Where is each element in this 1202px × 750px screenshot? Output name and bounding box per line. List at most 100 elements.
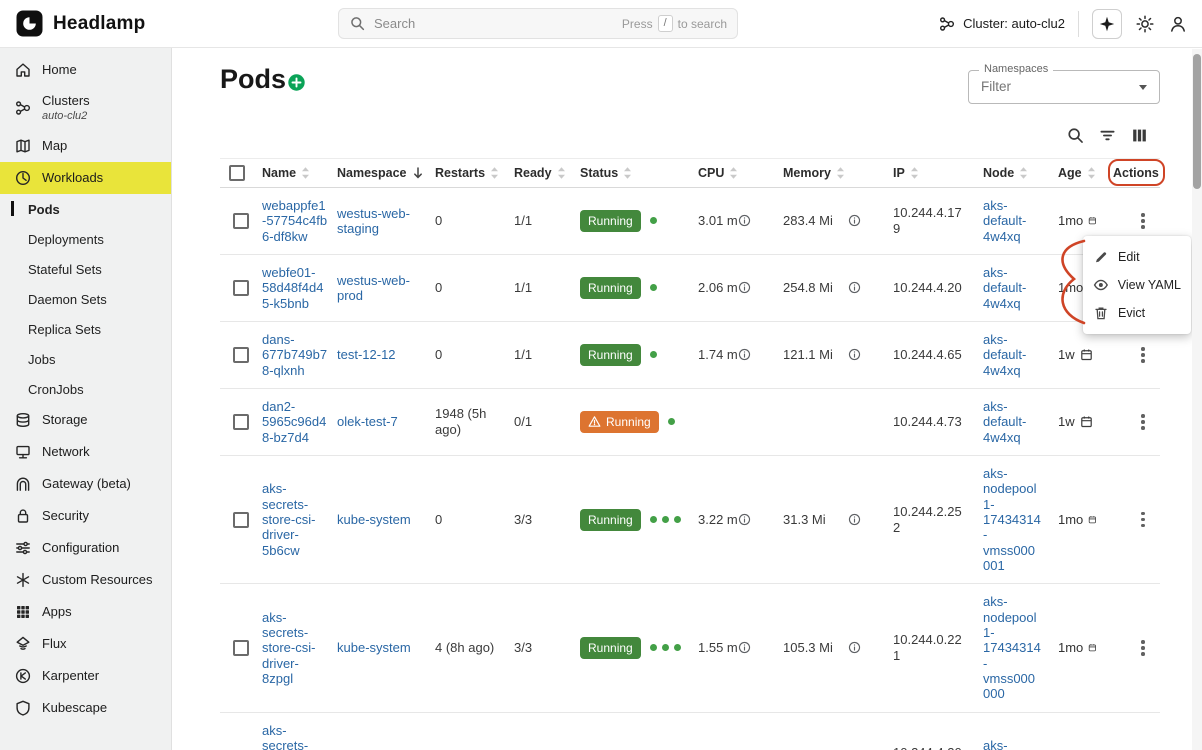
node-link[interactable]: aks-default-4w4xq bbox=[983, 332, 1042, 378]
sidebar-item-cronjobs[interactable]: CronJobs bbox=[0, 374, 171, 404]
restarts-value: 0 bbox=[435, 512, 442, 528]
sidebar-item-flux[interactable]: Flux bbox=[0, 628, 171, 660]
pod-name-link[interactable]: dans-677b749b78-qlxnh bbox=[262, 332, 329, 378]
metric-info-icon bbox=[738, 513, 751, 526]
pod-name-link[interactable]: aks-secrets-store-csi-driver-5b6cw bbox=[262, 481, 329, 558]
sidebar-item-custom-resources[interactable]: Custom Resources bbox=[0, 564, 171, 596]
column-header-label: Name bbox=[262, 166, 296, 180]
row-actions-button[interactable] bbox=[1131, 636, 1155, 660]
account-button[interactable] bbox=[1168, 14, 1188, 34]
sidebar-item-label: Home bbox=[42, 63, 77, 78]
sidebar-item-label: Configuration bbox=[42, 541, 119, 556]
menu-item-view-yaml[interactable]: View YAML bbox=[1083, 271, 1191, 299]
select-all-checkbox[interactable] bbox=[229, 165, 245, 181]
sidebar-item-gateway-beta[interactable]: Gateway (beta) bbox=[0, 468, 171, 500]
pod-name-link[interactable]: webfe01-58d48f4d45-k5bnb bbox=[262, 265, 329, 311]
sort-button[interactable] bbox=[1087, 166, 1096, 180]
create-pod-button[interactable] bbox=[286, 72, 307, 96]
calendar-icon bbox=[1088, 214, 1097, 227]
row-actions-button[interactable] bbox=[1131, 410, 1155, 434]
row-checkbox[interactable] bbox=[233, 280, 249, 296]
status-label: Running bbox=[588, 641, 633, 655]
sidebar-item-pods[interactable]: Pods bbox=[0, 194, 171, 224]
sort-button[interactable] bbox=[301, 166, 310, 180]
gateway-icon bbox=[14, 475, 32, 493]
sidebar-item-label: Gateway (beta) bbox=[42, 477, 131, 492]
sidebar-item-home[interactable]: Home bbox=[0, 54, 171, 86]
row-checkbox[interactable] bbox=[233, 640, 249, 656]
cluster-selector[interactable]: Cluster: auto-clu2 bbox=[938, 15, 1065, 33]
column-header-label: Namespace bbox=[337, 166, 407, 180]
settings-button[interactable] bbox=[1135, 14, 1155, 34]
sort-button[interactable] bbox=[729, 166, 738, 180]
row-actions-button[interactable] bbox=[1131, 508, 1155, 532]
pod-name-link[interactable]: webappfe1-57754c4fb6-df8kw bbox=[262, 198, 329, 244]
sparkle-button[interactable] bbox=[1092, 9, 1122, 39]
node-link[interactable]: aks-nodepool1-17434314-vmss000000 bbox=[983, 594, 1042, 701]
menu-item-evict[interactable]: Evict bbox=[1083, 299, 1191, 327]
pod-name-link[interactable]: dan2-5965c96d48-bz7d4 bbox=[262, 399, 329, 445]
table-row: dan2-5965c96d48-bz7d4olek-test-71948 (5h… bbox=[220, 389, 1160, 456]
sidebar-item-map[interactable]: Map bbox=[0, 130, 171, 162]
sidebar-item-clusters[interactable]: Clustersauto-clu2 bbox=[0, 86, 171, 130]
pod-name-link[interactable]: aks-secrets-store-csi-driver-8zpgl bbox=[262, 610, 329, 687]
sort-desc-button[interactable] bbox=[412, 166, 424, 180]
ready-dot bbox=[668, 418, 675, 425]
node-link[interactable]: aks-nodepool1-17434314-vmss000001 bbox=[983, 466, 1042, 573]
node-link[interactable]: aks-default-4w4xq bbox=[983, 265, 1042, 311]
table-search-button[interactable] bbox=[1066, 126, 1085, 145]
column-header-label: Ready bbox=[514, 166, 552, 180]
sidebar-item-apps[interactable]: Apps bbox=[0, 596, 171, 628]
sidebar-item-stateful-sets[interactable]: Stateful Sets bbox=[0, 254, 171, 284]
ip-value: 10.244.4.65 bbox=[893, 347, 962, 363]
row-actions-button[interactable] bbox=[1131, 209, 1155, 233]
namespace-link[interactable]: westus-web-prod bbox=[337, 273, 433, 304]
sidebar-item-configuration[interactable]: Configuration bbox=[0, 532, 171, 564]
sort-button[interactable] bbox=[1019, 166, 1028, 180]
scrollbar[interactable] bbox=[1192, 49, 1202, 750]
sidebar-item-workloads[interactable]: Workloads bbox=[0, 162, 171, 194]
row-checkbox[interactable] bbox=[233, 512, 249, 528]
sort-button[interactable] bbox=[490, 166, 499, 180]
scrollbar-thumb[interactable] bbox=[1193, 54, 1201, 189]
namespace-link[interactable]: olek-test-7 bbox=[337, 414, 398, 429]
brand[interactable]: Headlamp bbox=[0, 10, 145, 37]
namespace-link[interactable]: kube-system bbox=[337, 512, 411, 527]
namespace-link[interactable]: test-12-12 bbox=[337, 347, 396, 362]
sidebar-item-deployments[interactable]: Deployments bbox=[0, 224, 171, 254]
table-columns-button[interactable] bbox=[1130, 126, 1149, 145]
namespace-filter-dropdown[interactable]: Namespaces Filter bbox=[968, 70, 1160, 104]
row-actions-button[interactable] bbox=[1131, 343, 1155, 367]
sidebar-item-security[interactable]: Security bbox=[0, 500, 171, 532]
sidebar-item-kubescape[interactable]: Kubescape bbox=[0, 692, 171, 724]
node-link[interactable]: aks-default-4w4xq bbox=[983, 399, 1042, 445]
ready-value: 1/1 bbox=[514, 280, 532, 296]
sort-button[interactable] bbox=[623, 166, 632, 180]
status-badge: Running bbox=[580, 344, 641, 366]
sort-button[interactable] bbox=[557, 166, 566, 180]
sort-button[interactable] bbox=[910, 166, 919, 180]
row-checkbox[interactable] bbox=[233, 347, 249, 363]
global-search-input[interactable]: Search Press / to search bbox=[338, 8, 738, 39]
sidebar-item-network[interactable]: Network bbox=[0, 436, 171, 468]
cpu-value: 3.22 m bbox=[698, 512, 738, 528]
menu-item-edit[interactable]: Edit bbox=[1083, 243, 1191, 271]
node-link[interactable]: aks-default-4w4xq bbox=[983, 738, 1042, 750]
table-filter-button[interactable] bbox=[1098, 126, 1117, 145]
ip-value: 10.244.0.221 bbox=[893, 632, 967, 663]
ready-dot bbox=[650, 644, 657, 651]
sort-button[interactable] bbox=[836, 166, 845, 180]
sidebar-item-label: Deployments bbox=[28, 232, 104, 247]
sidebar-item-karpenter[interactable]: Karpenter bbox=[0, 660, 171, 692]
row-checkbox[interactable] bbox=[233, 414, 249, 430]
sidebar-item-replica-sets[interactable]: Replica Sets bbox=[0, 314, 171, 344]
pencil-icon bbox=[1093, 249, 1109, 265]
sidebar-item-daemon-sets[interactable]: Daemon Sets bbox=[0, 284, 171, 314]
namespace-link[interactable]: westus-web-staging bbox=[337, 206, 433, 237]
sidebar-item-jobs[interactable]: Jobs bbox=[0, 344, 171, 374]
namespace-link[interactable]: kube-system bbox=[337, 640, 411, 655]
node-link[interactable]: aks-default-4w4xq bbox=[983, 198, 1042, 244]
pod-name-link[interactable]: aks-secrets-store-csi-driver-rh269 bbox=[262, 723, 329, 750]
sidebar-item-storage[interactable]: Storage bbox=[0, 404, 171, 436]
row-checkbox[interactable] bbox=[233, 213, 249, 229]
